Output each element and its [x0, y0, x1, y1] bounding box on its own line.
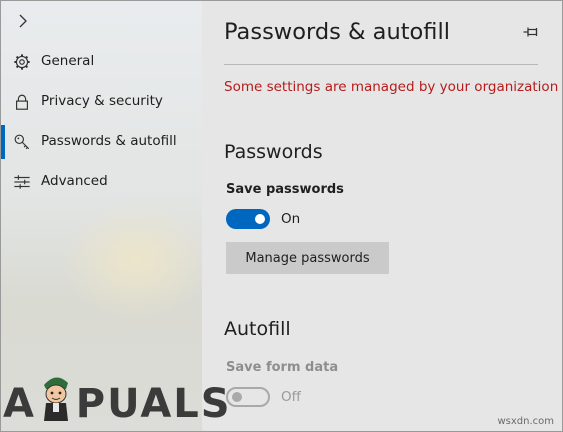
save-form-data-state: Off [281, 389, 301, 405]
sidebar-item-privacy-security[interactable]: Privacy & security [1, 82, 202, 122]
toggle-knob [255, 214, 265, 224]
sidebar-item-label: Advanced [41, 173, 108, 189]
toggle-knob [232, 392, 242, 402]
section-title-passwords: Passwords [224, 141, 323, 163]
save-passwords-label: Save passwords [226, 182, 344, 197]
sidebar-item-label: Passwords & autofill [41, 133, 177, 149]
save-form-data-toggle[interactable] [226, 387, 270, 407]
page-title: Passwords & autofill [224, 19, 450, 45]
sidebar-item-passwords-autofill[interactable]: Passwords & autofill [1, 122, 202, 162]
header-divider [224, 64, 538, 65]
sidebar: General Privacy & security Passwords & a… [1, 1, 202, 431]
sidebar-item-label: General [41, 53, 95, 69]
settings-pane: Passwords & autofill Some settings are m… [202, 1, 562, 431]
save-passwords-state: On [281, 211, 301, 227]
active-indicator [1, 125, 5, 159]
key-icon [14, 134, 30, 150]
gear-icon [14, 54, 30, 70]
settings-window: General Privacy & security Passwords & a… [0, 0, 563, 432]
pin-icon[interactable] [522, 23, 540, 41]
sidebar-item-advanced[interactable]: Advanced [1, 162, 202, 202]
sliders-icon [14, 175, 30, 189]
sidebar-item-label: Privacy & security [41, 93, 163, 109]
save-passwords-toggle[interactable] [226, 209, 270, 229]
save-form-data-label: Save form data [226, 360, 339, 375]
appuals-watermark: A PUALS [3, 373, 230, 429]
chevron-right-icon[interactable] [15, 11, 35, 31]
sidebar-item-general[interactable]: General [1, 42, 202, 82]
sidebar-background-glow [61, 201, 202, 321]
lock-icon [16, 94, 28, 110]
appuals-logo-text: A PUALS [3, 381, 232, 427]
site-watermark: wsxdn.com [497, 416, 554, 427]
managed-notice: Some settings are managed by your organi… [224, 79, 559, 95]
section-title-autofill: Autofill [224, 318, 291, 340]
manage-passwords-button[interactable]: Manage passwords [226, 242, 389, 274]
